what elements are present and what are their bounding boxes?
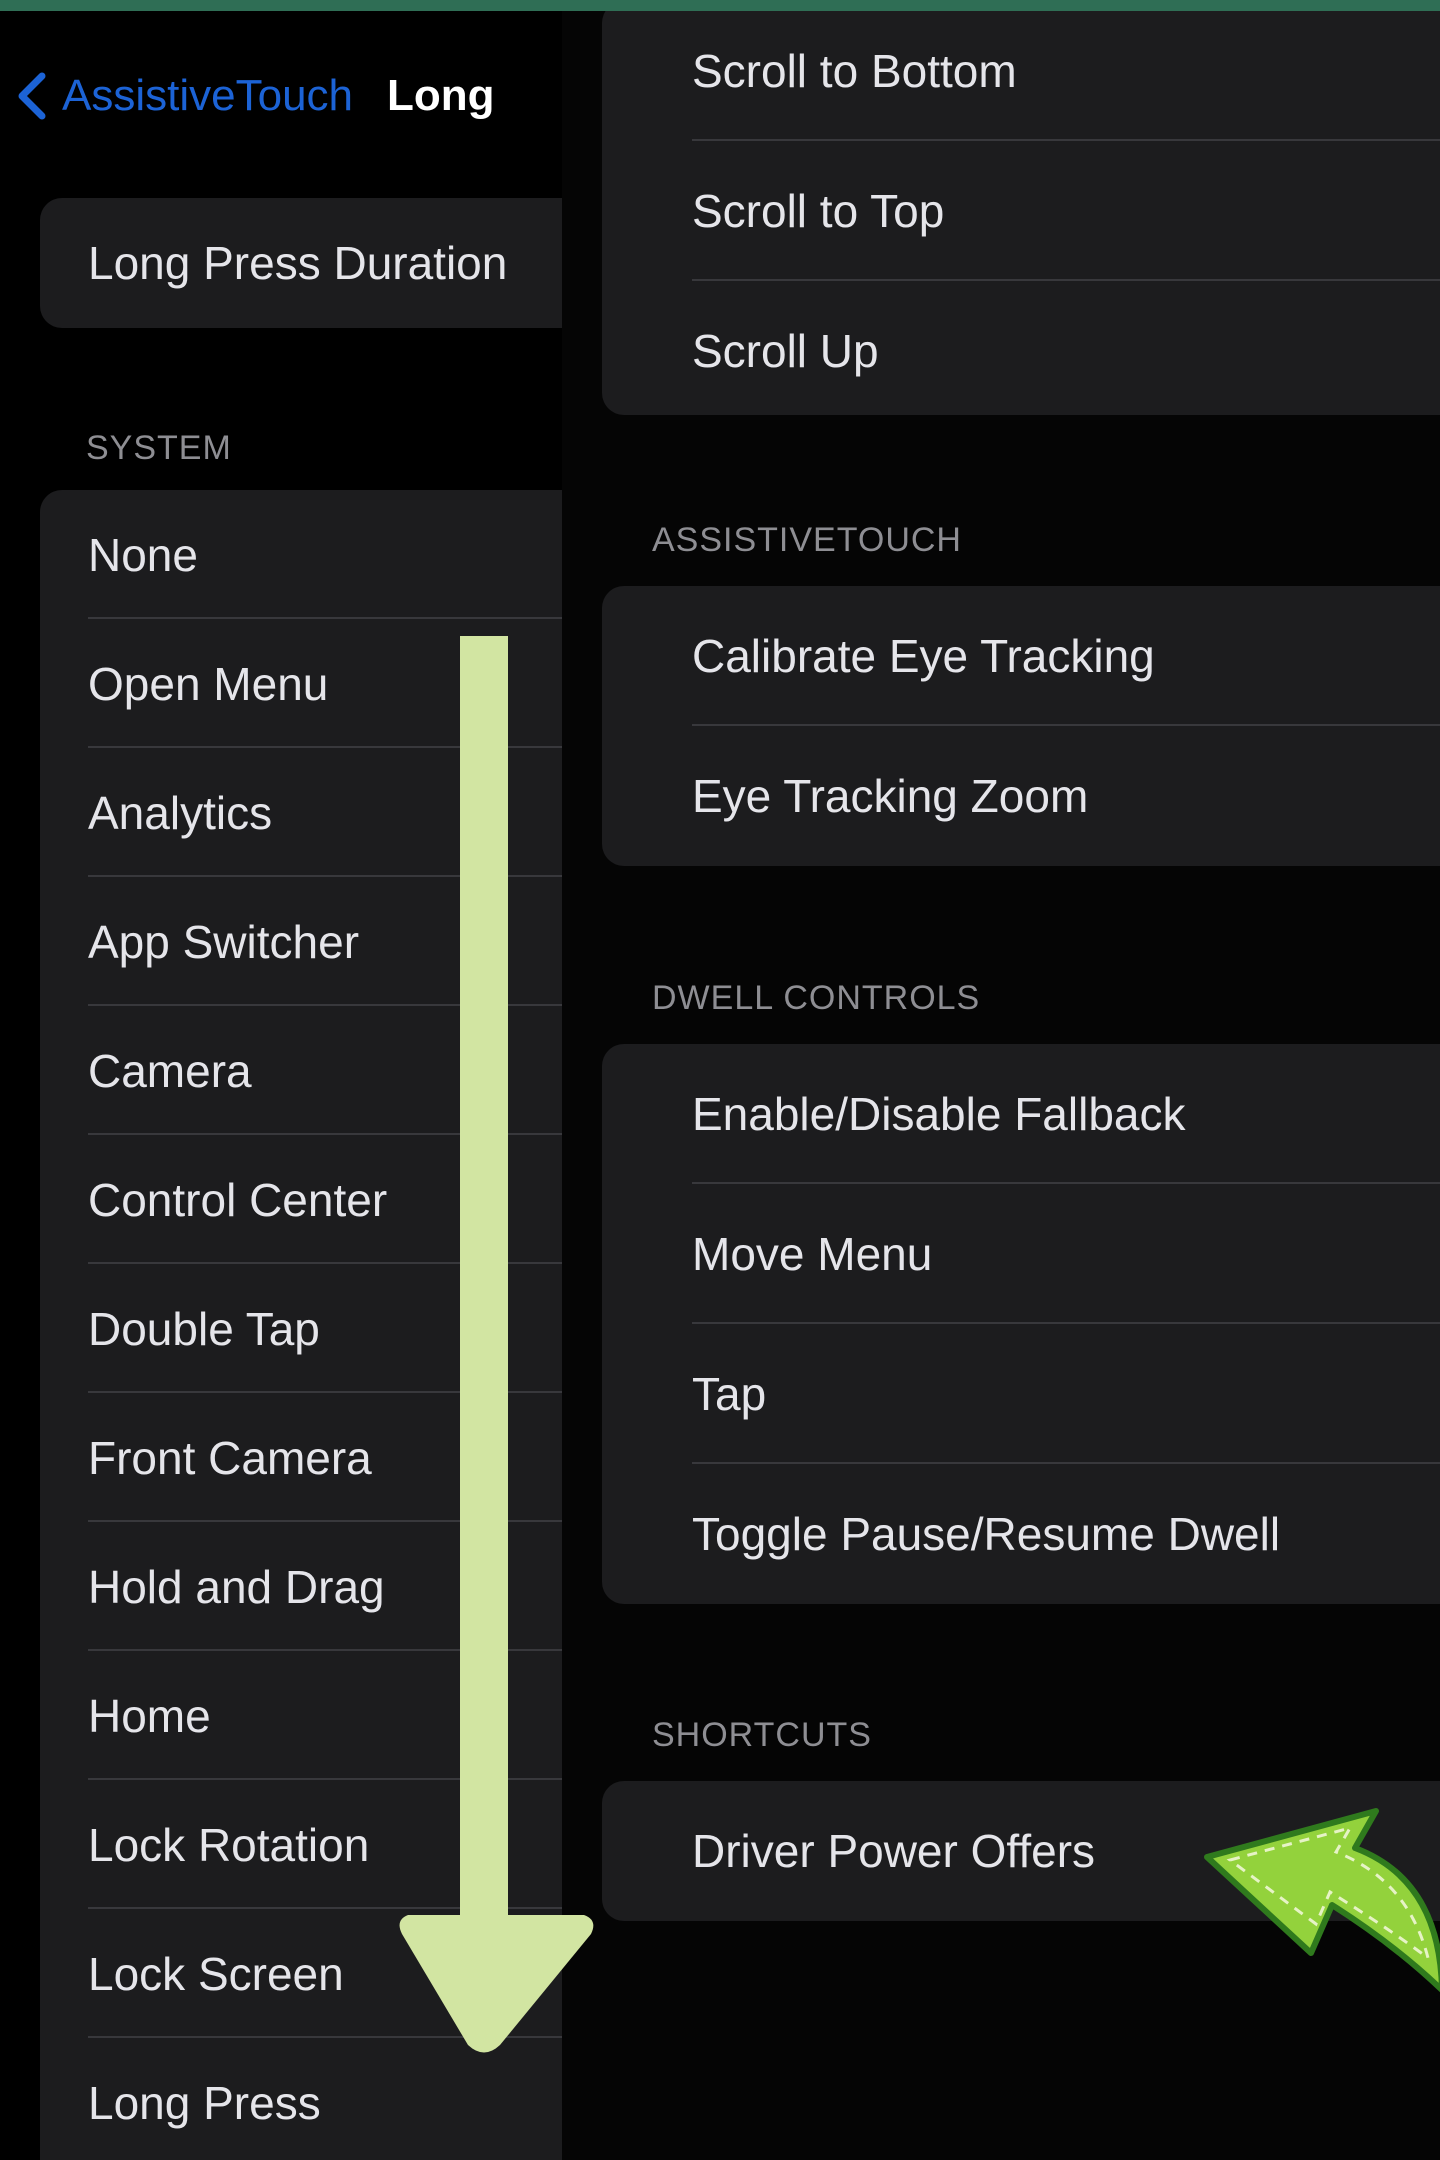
row-label: Eye Tracking Zoom (692, 770, 1089, 822)
section-header-assistivetouch: ASSISTIVETOUCH (652, 521, 962, 559)
list-item[interactable]: Hold and Drag (40, 1522, 562, 1651)
list-item[interactable]: Enable/Disable Fallback (602, 1044, 1440, 1184)
row-label: None (88, 528, 198, 581)
list-item[interactable]: Eye Tracking Zoom (602, 726, 1440, 866)
list-item[interactable]: Double Tap (40, 1264, 562, 1393)
list-item[interactable]: Control Center (40, 1135, 562, 1264)
long-press-duration-row[interactable]: Long Press Duration (40, 198, 562, 328)
row-label: Control Center (88, 1173, 388, 1226)
list-item[interactable]: Lock Screen (40, 1909, 562, 2038)
chevron-left-icon[interactable] (14, 66, 54, 126)
list-item[interactable]: None (40, 490, 562, 619)
duration-group: Long Press Duration (40, 198, 562, 328)
row-label: Analytics (88, 786, 273, 839)
list-item[interactable]: Driver Power Offers (602, 1781, 1440, 1921)
section-header-dwell-controls: DWELL CONTROLS (652, 979, 981, 1017)
assistivetouch-group: Calibrate Eye Tracking Eye Tracking Zoom (602, 586, 1440, 866)
row-label: Toggle Pause/Resume Dwell (692, 1508, 1281, 1560)
back-button[interactable]: AssistiveTouch (62, 71, 353, 121)
row-label: Home (88, 1689, 211, 1742)
row-label: Hold and Drag (88, 1560, 385, 1613)
row-label: Driver Power Offers (692, 1825, 1096, 1877)
row-label: Long Press (88, 2076, 321, 2129)
row-label: Lock Rotation (88, 1818, 370, 1871)
row-label: Double Tap (88, 1302, 320, 1355)
page-title: Long (387, 71, 495, 120)
row-label: Scroll to Top (692, 185, 945, 237)
list-item[interactable]: Open Menu (40, 619, 562, 748)
list-item[interactable]: Scroll to Bottom (602, 11, 1440, 141)
row-label: Enable/Disable Fallback (692, 1088, 1186, 1140)
list-item[interactable]: Analytics (40, 748, 562, 877)
list-item[interactable]: Long Press (40, 2038, 562, 2160)
list-item[interactable]: Front Camera (40, 1393, 562, 1522)
section-header-shortcuts: SHORTCUTS (652, 1716, 872, 1754)
list-item[interactable]: Calibrate Eye Tracking (602, 586, 1440, 726)
section-header-system: SYSTEM (86, 429, 232, 467)
list-item[interactable]: Toggle Pause/Resume Dwell (602, 1464, 1440, 1604)
row-label: Long Press Duration (88, 237, 508, 289)
row-label: Open Menu (88, 657, 329, 710)
row-label: Tap (692, 1368, 767, 1420)
list-item[interactable]: Camera (40, 1006, 562, 1135)
list-item[interactable]: Scroll to Top (602, 141, 1440, 281)
list-item[interactable]: Lock Rotation (40, 1780, 562, 1909)
row-label: Calibrate Eye Tracking (692, 630, 1155, 682)
nav-bar: AssistiveTouch Long (14, 61, 495, 131)
row-label: App Switcher (88, 915, 360, 968)
list-item[interactable]: Move Menu (602, 1184, 1440, 1324)
row-label: Camera (88, 1044, 252, 1097)
top-border (0, 0, 1440, 11)
row-label: Front Camera (88, 1431, 372, 1484)
list-item[interactable]: Home (40, 1651, 562, 1780)
dwell-controls-group: Enable/Disable Fallback Move Menu Tap To… (602, 1044, 1440, 1604)
list-item[interactable]: Tap (602, 1324, 1440, 1464)
row-label: Lock Screen (88, 1947, 344, 2000)
system-group: None Open Menu Analytics App Switcher Ca… (40, 490, 562, 2160)
left-panel: AssistiveTouch Long Long Press Duration … (0, 11, 562, 2160)
row-label: Scroll Up (692, 325, 879, 377)
row-label: Move Menu (692, 1228, 933, 1280)
right-panel: Scroll to Bottom Scroll to Top Scroll Up… (562, 11, 1440, 2160)
list-item[interactable]: App Switcher (40, 877, 562, 1006)
scroll-group: Scroll to Bottom Scroll to Top Scroll Up (602, 11, 1440, 415)
list-item[interactable]: Scroll Up (602, 281, 1440, 415)
shortcuts-group: Driver Power Offers (602, 1781, 1440, 1921)
row-label: Scroll to Bottom (692, 45, 1017, 97)
